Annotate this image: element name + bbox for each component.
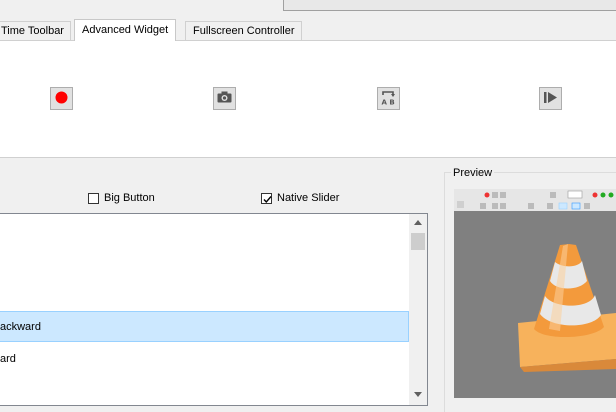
list-item-label: ackward bbox=[0, 321, 41, 333]
native-slider-checkbox[interactable] bbox=[261, 192, 272, 204]
frame-by-frame-button[interactable] bbox=[539, 87, 562, 110]
ab-loop-icon: A B bbox=[380, 89, 397, 109]
tab-label: Time Toolbar bbox=[1, 25, 64, 37]
record-button[interactable] bbox=[50, 87, 73, 110]
list-item-label: ard bbox=[0, 353, 16, 365]
scrollbar-thumb[interactable] bbox=[411, 233, 425, 250]
big-button-option[interactable]: Big Button bbox=[88, 191, 155, 205]
tab-time-toolbar[interactable]: Time Toolbar bbox=[0, 21, 71, 40]
checkmark-icon bbox=[263, 195, 272, 203]
preview-toolbar bbox=[454, 189, 616, 211]
big-button-label: Big Button bbox=[104, 192, 155, 204]
native-slider-option[interactable]: Native Slider bbox=[261, 191, 339, 205]
snapshot-button[interactable] bbox=[213, 87, 236, 110]
list-item[interactable]: ackward bbox=[0, 311, 409, 342]
tab-label: Fullscreen Controller bbox=[193, 25, 295, 37]
top-input-field bbox=[283, 0, 616, 11]
frame-by-frame-icon bbox=[543, 91, 558, 107]
record-icon bbox=[55, 91, 68, 107]
tab-label: Advanced Widget bbox=[82, 24, 169, 36]
action-list[interactable]: ackward ard bbox=[0, 213, 428, 406]
ab-loop-icon-text: A B bbox=[382, 98, 395, 106]
ab-loop-button[interactable]: A B bbox=[377, 87, 400, 110]
tab-advanced-widget[interactable]: Advanced Widget bbox=[74, 19, 177, 41]
preview-image bbox=[454, 189, 616, 398]
preview-title: Preview bbox=[451, 167, 495, 179]
toolbar-preview-panel bbox=[0, 40, 616, 158]
big-button-checkbox[interactable] bbox=[88, 192, 99, 204]
native-slider-label: Native Slider bbox=[277, 192, 340, 204]
tab-fullscreen-controller[interactable]: Fullscreen Controller bbox=[185, 21, 303, 40]
scroll-up-icon bbox=[414, 220, 422, 225]
list-item[interactable]: ard bbox=[0, 344, 409, 375]
snapshot-icon bbox=[217, 91, 232, 106]
vlc-cone-icon bbox=[518, 244, 616, 372]
scroll-down-icon bbox=[414, 392, 422, 397]
